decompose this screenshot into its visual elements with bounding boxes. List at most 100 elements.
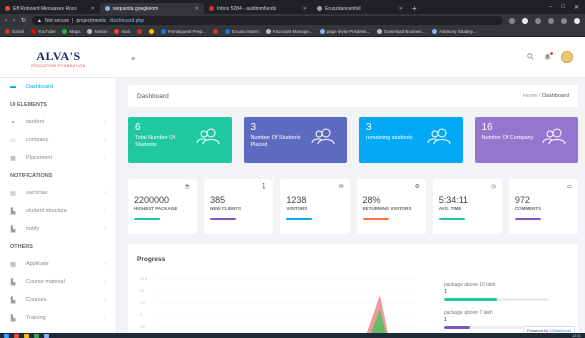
bookmark[interactable]: Maps [62,29,80,34]
metric-card-visitors: ✉ 1238 VISITORS [280,179,350,234]
sidebar-item-student[interactable]: ⚭ student › [0,113,116,131]
bookmark[interactable] [212,29,218,34]
metric-value: 5:34:11 [438,195,469,205]
sidebar-item-applicate[interactable]: ▦ Applicate › [0,255,116,273]
close-window-button[interactable]: ✕ [574,4,579,11]
breadcrumb-home[interactable]: Home [523,93,538,99]
close-icon[interactable]: ✕ [303,6,307,12]
sidebar-item-label: Placement [26,155,52,161]
bookmark[interactable]: Faccount Manage... [265,29,313,34]
sidebar-item-notify[interactable]: ▙ notify › [0,220,116,238]
hamburger-menu-icon[interactable]: ≡ [131,56,135,63]
url-path: /dashboard.php [109,17,144,24]
extension-icon[interactable] [522,17,528,24]
taskbar-app-icon[interactable] [24,333,29,338]
progress-chart: 12.5 10 7.5 5 2.5 [137,275,417,338]
stat-card-remaining-students[interactable]: 3 remaining students [359,117,463,163]
sidebar-section-notifications: NOTIFICATIONS [10,172,53,179]
bookmark[interactable]: Gmail [5,29,24,34]
metric-label: HIGHEST PACKAGE [134,206,178,211]
taskbar-app-icon[interactable] [14,333,19,338]
browser-tab[interactable]: Eff Roboard Menuaxes Rosx ✕ [0,3,100,14]
tab-favicon [105,6,110,11]
metric-label: COMMENTS [514,206,542,211]
browser-tab[interactable]: Eruszdancenfoll ✕ [312,3,408,14]
new-tab-button[interactable]: + [408,3,421,14]
sidebar-item-placement[interactable]: ▦ Placement › [0,149,116,167]
gmail-favicon [209,6,214,11]
metric-accent-bar [362,218,389,220]
metric-accent-bar [286,218,313,220]
stat-card-total-students[interactable]: 6 Total Number Of Students [128,117,232,163]
sidebar-item-course-material[interactable]: ▙ Course material › [0,273,116,291]
sidebar-item-label: student [26,119,45,125]
avatar[interactable] [561,51,573,63]
minimize-button[interactable]: – [549,4,552,10]
logo-subtext: EDUCATION FOUNDATION [31,63,86,68]
browser-tab[interactable]: Inbox 5284 - auditomfunds ✕ [204,3,312,14]
bookmark[interactable] [148,29,154,34]
bookmark[interactable]: Advisory Stratley... [432,29,476,34]
sidebar-item-label: Courses [26,297,47,303]
tab-label: sequenta goegkeom [113,5,159,12]
bookmark[interactable]: mail [114,29,130,34]
bookmark[interactable]: Download Busines... [377,29,425,34]
browser-tab-active[interactable]: sequenta goegkeom ✕ [100,3,204,14]
metric-label: NEW CLIENTS [210,206,242,211]
chevron-right-icon: › [104,315,106,321]
security-label: Not secure [44,17,70,24]
taskbar-app-icon[interactable] [44,333,49,338]
breadcrumb-separator: / [539,93,541,99]
chevron-right-icon: › [104,297,106,303]
sidebar-item-student-structure[interactable]: ▙ student structure › [0,202,116,220]
sidebar: ▬ Dashboard UI ELEMENTS ⚭ student › ▭ co… [0,78,117,338]
progress-title: Progress [137,256,166,263]
bookmark[interactable] [136,29,142,34]
close-icon[interactable]: ✕ [399,6,403,12]
reload-icon[interactable]: ↻ [21,17,26,24]
stat-card-companies[interactable]: 16 Number Of Company [474,117,578,163]
tab-favicon [317,6,322,11]
bookmark[interactable]: Femalguest Prep... [160,29,206,34]
bookmark[interactable]: YouTube [30,29,56,34]
start-icon[interactable] [4,333,9,338]
sidebar-item-company[interactable]: ▭ company › [0,131,116,149]
extension-icon[interactable] [535,17,541,24]
url-field[interactable]: ▲ Not secure | projectmentic/dashboard.p… [32,16,503,25]
search-icon[interactable] [527,52,534,62]
sidebar-item-vacancies[interactable]: ▤ vacncise › [0,184,116,202]
bookmark-label: YouTube [37,29,56,34]
close-icon[interactable]: ✕ [91,6,95,12]
forward-icon[interactable]: › [13,18,15,24]
maximize-button[interactable]: □ [561,4,565,10]
profile-icon[interactable] [561,17,567,24]
sidebar-item-training[interactable]: ▙ Training › [0,309,116,327]
breadcrumb-current: Dashboard [542,93,569,99]
bookmark[interactable]: Notion [87,29,107,34]
mail-icon: ✉ [338,184,344,190]
sidebar-item-label: Course material [26,279,65,285]
back-icon[interactable]: ‹ [5,18,7,24]
menu-kebab-icon[interactable] [574,17,580,24]
bookmark[interactable]: page leviw Prisdess... [319,29,370,34]
sidebar-item-dashboard[interactable]: ▬ Dashboard [0,78,116,96]
tab-label: Inbox 5284 - auditomfunds [217,5,277,12]
grid-icon: ▦ [10,261,16,268]
gear-icon: ⚙ [414,184,420,190]
app-header: ALVA'S EDUCATION FOUNDATION ≡ [0,38,585,78]
close-icon[interactable]: ✕ [195,6,199,12]
os-taskbar: 12:31 [0,333,585,338]
key-icon[interactable] [509,17,515,24]
bookmark[interactable]: Ecuaru Marm [224,29,259,34]
bell-icon[interactable] [544,51,553,62]
stat-card-students-placed[interactable]: 3 Number Of Students Placed [243,117,347,163]
progress-item-count: 1 [444,289,447,295]
taskbar-clock: 12:31 [572,333,581,338]
taskbar-app-icon[interactable] [34,333,39,338]
extension-icon[interactable] [548,17,554,24]
bookmark-label: Ecuaru Marm [231,29,259,34]
sidebar-item-courses[interactable]: ▙ Courses › [0,291,116,309]
metric-accent-bar [438,218,465,220]
stat-label: Number Of Company [481,135,534,141]
logo[interactable]: ALVA'S EDUCATION FOUNDATION [0,38,117,78]
